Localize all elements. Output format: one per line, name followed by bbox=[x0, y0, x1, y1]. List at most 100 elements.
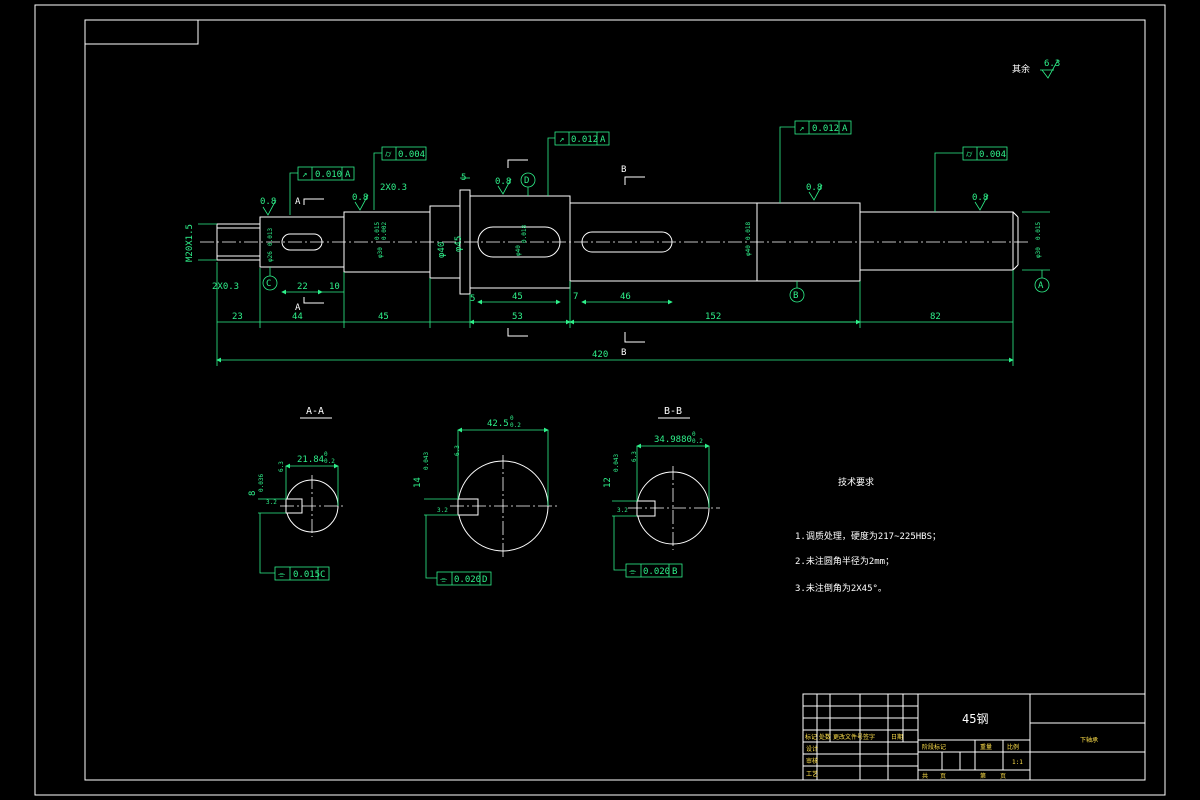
svg-text:⌯: ⌯ bbox=[629, 567, 637, 577]
section-mid: 42.5 0 0.2 14 0.043 6.3 3.2 ⌯ 0.020 D bbox=[413, 415, 560, 586]
code-box bbox=[84, 19, 199, 45]
svg-text:0.012: 0.012 bbox=[812, 124, 839, 134]
tolerance-frame-runout-left: ↗ 0.010 A bbox=[289, 166, 355, 215]
svg-text:A: A bbox=[842, 124, 848, 134]
engineering-drawing: 其余 6.3 M20X1.5 φ26 0.013 φ30 0.015 0.002… bbox=[34, 4, 1166, 796]
diameter-1: φ26 bbox=[267, 251, 274, 262]
chamfer-left: 2X0.3 bbox=[212, 282, 239, 292]
dim-total: 420 bbox=[592, 350, 608, 360]
tech-requirement-3: 3.未注倒角为2X45°。 bbox=[795, 582, 887, 594]
section-marker-b-top: B bbox=[621, 165, 645, 185]
svg-text:0: 0 bbox=[692, 431, 696, 438]
datum-b: B bbox=[789, 281, 805, 303]
svg-text:0.2: 0.2 bbox=[324, 458, 335, 465]
svg-text:B: B bbox=[793, 291, 798, 301]
svg-text:B: B bbox=[621, 165, 626, 175]
dimension-lines bbox=[216, 177, 1014, 366]
svg-text:比例: 比例 bbox=[1007, 743, 1019, 751]
svg-text:0.004: 0.004 bbox=[979, 150, 1006, 160]
dim-keyway2-len: 45 bbox=[512, 292, 523, 302]
dim-seg5: 152 bbox=[705, 312, 721, 322]
section-aa: A-A 21.84 0 0.2 8 0.036 6.3 3.2 ⌯ 0.015 … bbox=[248, 406, 345, 581]
tech-requirement-1: 1.调质处理，硬度为217~225HBS； bbox=[795, 530, 941, 542]
svg-text:0.8: 0.8 bbox=[806, 183, 822, 193]
dim-seg6: 82 bbox=[930, 312, 941, 322]
svg-text:3.2: 3.2 bbox=[437, 507, 448, 514]
inner-border bbox=[84, 19, 1146, 781]
svg-text:B: B bbox=[672, 567, 677, 577]
diameter-5-tol: 0.018 bbox=[521, 225, 528, 243]
svg-text:0.043: 0.043 bbox=[613, 454, 620, 472]
svg-text:0.8: 0.8 bbox=[260, 197, 276, 207]
svg-text:0.012: 0.012 bbox=[571, 135, 598, 145]
svg-text:A: A bbox=[295, 197, 301, 207]
svg-text:标记: 标记 bbox=[805, 733, 817, 741]
svg-text:工艺: 工艺 bbox=[806, 770, 818, 778]
section-bb-title: B-B bbox=[664, 406, 682, 417]
svg-text:6.3: 6.3 bbox=[631, 451, 638, 462]
svg-text:⌭: ⌭ bbox=[385, 150, 392, 160]
roughness-note-value: 6.3 bbox=[1044, 59, 1060, 69]
svg-text:0.004: 0.004 bbox=[398, 150, 425, 160]
diameter-2-tol-lower: 0.002 bbox=[381, 222, 388, 240]
tech-requirement-2: 2.未注圆角半径为2mm； bbox=[795, 555, 894, 567]
svg-text:审核: 审核 bbox=[806, 757, 818, 765]
svg-text:3.2: 3.2 bbox=[617, 507, 628, 514]
svg-text:C: C bbox=[320, 570, 325, 580]
svg-text:↗: ↗ bbox=[302, 170, 307, 180]
section-bb: B-B 34.9880 0 0.2 12 0.043 6.3 3.2 ⌯ 0.0… bbox=[603, 406, 720, 578]
svg-text:0.8: 0.8 bbox=[352, 193, 368, 203]
svg-text:0: 0 bbox=[324, 451, 328, 458]
roughness-marks: 0.8 0.8 0.8 0.8 0.8 bbox=[260, 177, 989, 216]
svg-text:页: 页 bbox=[940, 773, 946, 780]
svg-text:8: 8 bbox=[248, 491, 258, 496]
svg-text:第: 第 bbox=[980, 772, 986, 780]
svg-text:↗: ↗ bbox=[559, 135, 564, 145]
diameter-6-tol: 0.018 bbox=[745, 222, 752, 240]
svg-text:14: 14 bbox=[413, 477, 423, 488]
diameter-2: φ30 bbox=[377, 247, 384, 258]
svg-text:设计: 设计 bbox=[806, 745, 818, 753]
tech-requirements-title: 技术要求 bbox=[838, 476, 874, 488]
svg-text:⌯: ⌯ bbox=[440, 575, 448, 585]
svg-text:日期: 日期 bbox=[891, 733, 903, 741]
svg-text:3.2: 3.2 bbox=[266, 499, 277, 506]
svg-text:0.043: 0.043 bbox=[423, 452, 430, 470]
tolerance-frame-runout-mid: ↗ 0.012 A bbox=[547, 131, 610, 196]
dim-keyway1-len: 22 bbox=[297, 282, 308, 292]
svg-text:21.84: 21.84 bbox=[297, 455, 324, 465]
shaft-right-end bbox=[859, 211, 1014, 271]
dim-keyway3-gap: 7 bbox=[573, 292, 578, 302]
svg-text:0.020: 0.020 bbox=[643, 567, 670, 577]
tolerance-frame-cyl-left: ⌭ 0.004 bbox=[373, 146, 427, 210]
svg-text:A: A bbox=[1038, 281, 1044, 291]
dim-seg4: 53 bbox=[512, 312, 523, 322]
svg-text:页: 页 bbox=[1000, 773, 1006, 780]
svg-text:↗: ↗ bbox=[799, 124, 804, 134]
svg-text:共: 共 bbox=[922, 772, 928, 780]
dim-seg1: 23 bbox=[232, 312, 243, 322]
svg-text:34.9880: 34.9880 bbox=[654, 435, 692, 445]
tolerance-frame-sym-mid: ⌯ 0.020 D bbox=[436, 571, 492, 586]
svg-text:0.015: 0.015 bbox=[293, 570, 320, 580]
roughness-note-prefix: 其余 bbox=[1012, 63, 1030, 75]
svg-text:C: C bbox=[266, 279, 271, 289]
svg-text:42.5: 42.5 bbox=[487, 419, 509, 429]
svg-text:0.8: 0.8 bbox=[972, 193, 988, 203]
svg-text:更改文件号: 更改文件号 bbox=[833, 733, 863, 741]
svg-text:0.2: 0.2 bbox=[510, 422, 521, 429]
title-material: 45钢 bbox=[962, 712, 988, 726]
datum-d: D bbox=[520, 172, 536, 196]
outer-border bbox=[34, 4, 1166, 796]
svg-text:0.2: 0.2 bbox=[692, 438, 703, 445]
svg-text:B: B bbox=[621, 348, 626, 358]
diameter-7-tol: 0.015 bbox=[1035, 222, 1042, 240]
diameter-7: φ30 bbox=[1035, 247, 1042, 258]
svg-text:0: 0 bbox=[510, 415, 514, 422]
datum-a: A bbox=[1034, 270, 1050, 293]
tolerance-frame-sym-aa: ⌯ 0.015 C bbox=[274, 566, 330, 581]
dim-collar: 5 bbox=[461, 173, 466, 183]
dim-keyway1-off: 10 bbox=[329, 282, 340, 292]
svg-text:6.3: 6.3 bbox=[454, 445, 461, 456]
title-block: 45钢 下轴承 1:1 标记 处数 更改文件号 签字 日期 设计 审核 工艺 阶… bbox=[802, 693, 1146, 781]
